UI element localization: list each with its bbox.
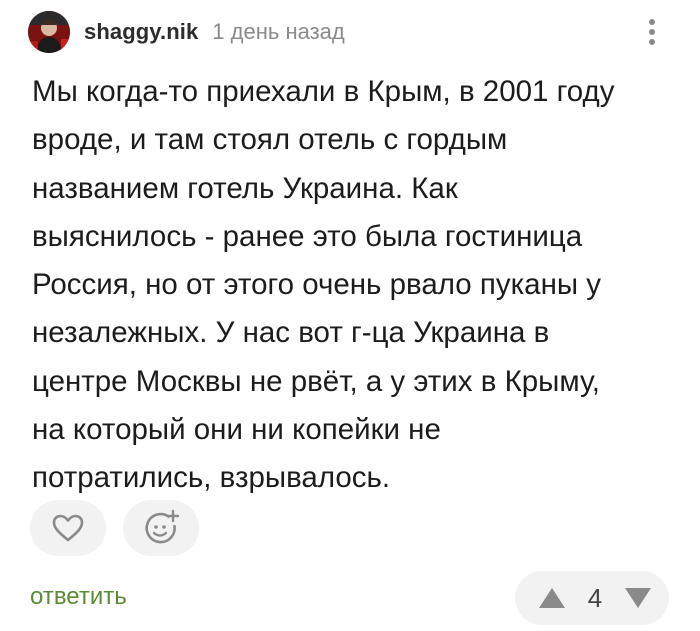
- heart-icon: [52, 514, 84, 542]
- rating-control: 4: [515, 571, 669, 625]
- upvote-button[interactable]: [535, 583, 569, 613]
- triangle-up-icon: [539, 588, 565, 608]
- downvote-button[interactable]: [621, 583, 655, 613]
- avatar-image: [28, 11, 70, 53]
- reply-button[interactable]: ответить: [30, 583, 127, 611]
- more-vertical-icon: [649, 19, 655, 45]
- author-name[interactable]: shaggy.nik: [84, 19, 198, 45]
- triangle-down-icon: [625, 588, 651, 608]
- comment-timestamp: 1 день назад: [212, 19, 345, 44]
- rating-score: 4: [587, 582, 603, 613]
- comment-header: shaggy.nik 1 день назад: [28, 10, 672, 54]
- comment-body: Мы когда-то приехали в Крым, в 2001 году…: [32, 75, 615, 495]
- more-options-button[interactable]: [640, 16, 664, 48]
- add-reaction-button[interactable]: [123, 500, 199, 556]
- emoji-add-icon: [145, 509, 180, 544]
- like-button[interactable]: [30, 500, 106, 556]
- avatar[interactable]: [28, 11, 70, 53]
